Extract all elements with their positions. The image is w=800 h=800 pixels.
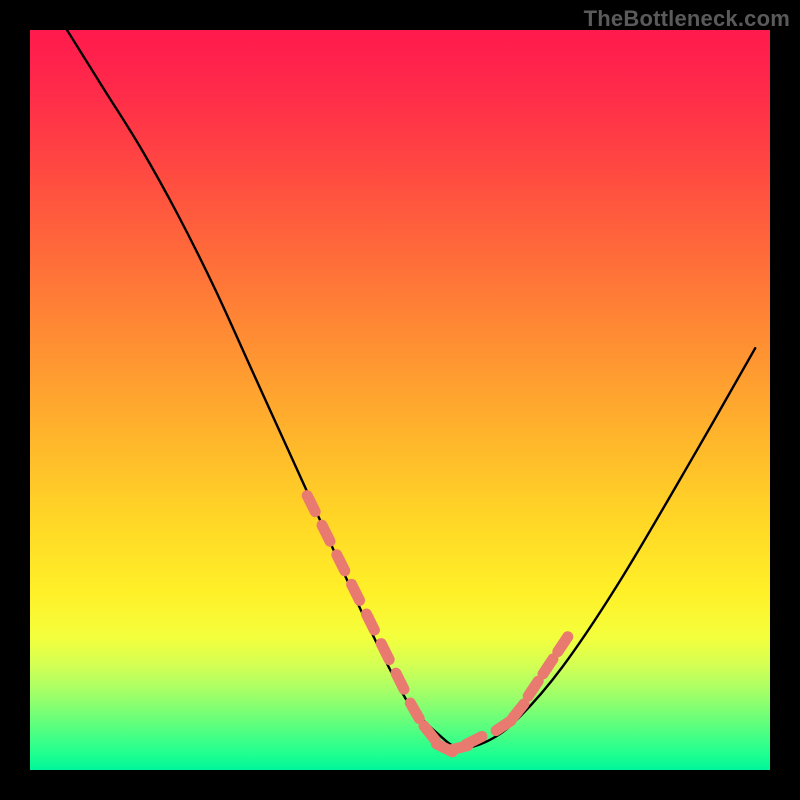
marker-group	[307, 496, 568, 752]
marker-segment	[396, 673, 404, 689]
marker-segment	[322, 525, 330, 541]
marker-segment	[466, 736, 482, 744]
marker-segment	[352, 584, 360, 600]
marker-segment	[410, 703, 419, 719]
marker-segment	[337, 555, 345, 571]
marker-segment	[366, 614, 374, 630]
marker-segment	[307, 496, 315, 512]
marker-segment	[496, 721, 511, 731]
curve-line	[67, 30, 755, 748]
watermark-text: TheBottleneck.com	[584, 6, 790, 32]
marker-segment	[558, 637, 568, 652]
curve-svg	[30, 30, 770, 770]
marker-segment	[424, 726, 435, 740]
marker-segment	[543, 659, 553, 674]
marker-segment	[381, 644, 389, 660]
marker-segment	[528, 681, 538, 696]
plot-area	[30, 30, 770, 770]
chart-frame: TheBottleneck.com	[0, 0, 800, 800]
